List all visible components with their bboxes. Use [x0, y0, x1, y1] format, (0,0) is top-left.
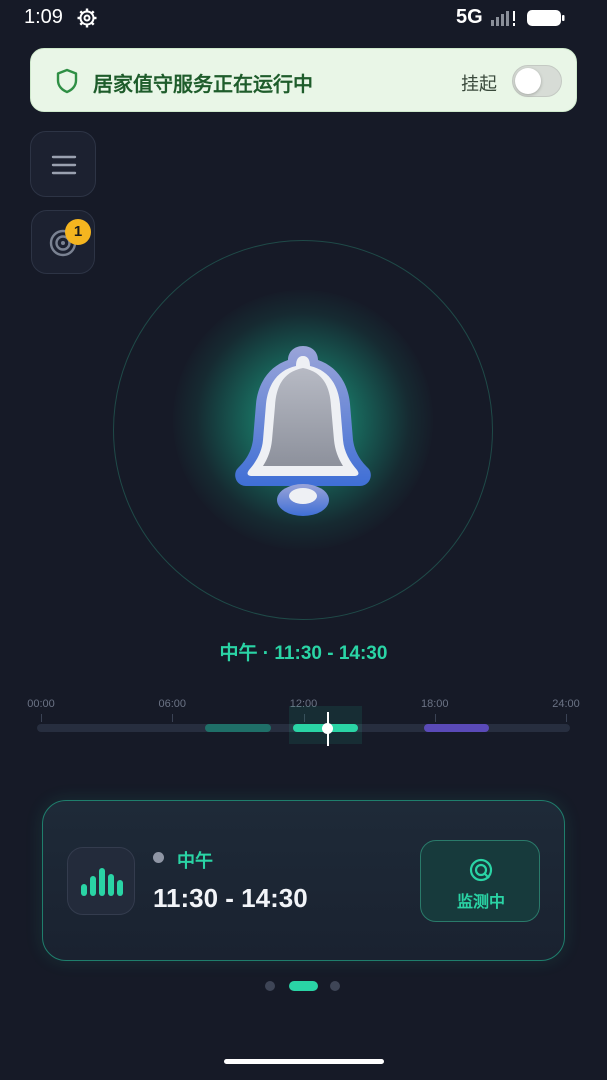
timeline-tick-label: 06:00	[158, 698, 187, 710]
day-timeline[interactable]: 00:00 06:00 12:00 18:00 24:00	[0, 690, 607, 750]
radar-icon	[469, 858, 493, 882]
timeline-tick-mark	[566, 714, 567, 722]
shield-icon	[56, 68, 78, 94]
suspend-toggle[interactable]	[512, 65, 562, 97]
card-time-range: 11:30 - 14:30	[153, 883, 308, 913]
timeline-tick-label: 24:00	[552, 698, 580, 710]
service-status-text: 居家值守服务正在运行中	[93, 74, 313, 96]
period-indicator-dot	[153, 852, 164, 863]
period-card[interactable]: 中午 11:30 - 14:30 监测中	[42, 800, 565, 961]
monitoring-button[interactable]: 监测中	[420, 840, 540, 922]
page-dot[interactable]	[289, 981, 318, 991]
battery-icon	[527, 10, 565, 26]
network-type: 5G	[456, 6, 483, 28]
timeline-segment-evening[interactable]	[423, 724, 490, 732]
gear-icon	[77, 8, 97, 28]
status-bar: 1:09 5G	[0, 0, 607, 36]
timeline-cursor-dot[interactable]	[322, 723, 334, 734]
menu-icon	[51, 155, 77, 175]
bell-display	[0, 230, 607, 630]
signal-icon	[491, 11, 515, 26]
bell-icon[interactable]	[228, 342, 378, 522]
menu-button[interactable]	[30, 131, 96, 197]
page-indicator	[0, 979, 607, 993]
page-dot[interactable]	[265, 981, 275, 991]
status-time: 1:09	[24, 6, 63, 28]
page-dot[interactable]	[330, 981, 340, 991]
card-period-name: 中午	[177, 851, 213, 871]
toggle-knob	[515, 68, 541, 94]
timeline-tick-label: 00:00	[27, 698, 55, 710]
timeline-segment-morning[interactable]	[205, 724, 271, 732]
sound-icon-box	[67, 847, 135, 915]
service-status-banner: 居家值守服务正在运行中 挂起	[30, 48, 577, 112]
suspend-label: 挂起	[461, 74, 497, 94]
monitoring-label: 监测中	[456, 894, 505, 911]
timeline-tick-mark	[172, 714, 174, 722]
timeline-tick-mark	[434, 714, 436, 722]
timeline-tick-label: 18:00	[420, 698, 449, 710]
current-period-label: 中午 · 11:30 - 14:30	[219, 643, 388, 664]
home-indicator[interactable]	[224, 1059, 384, 1064]
timeline-tick-mark	[41, 714, 42, 722]
sound-wave-icon	[81, 868, 123, 896]
